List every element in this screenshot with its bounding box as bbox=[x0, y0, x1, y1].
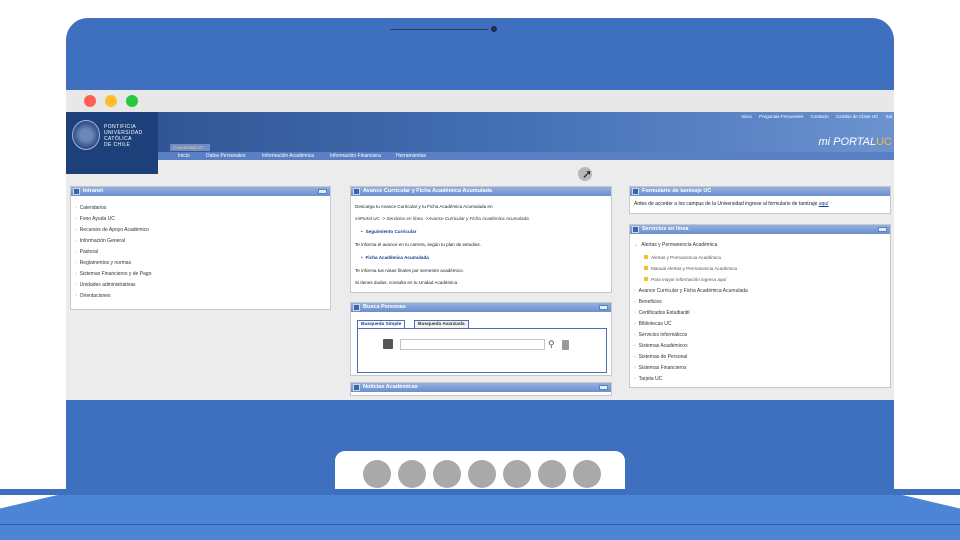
nav-datos-personales[interactable]: Datos Personales bbox=[206, 152, 245, 160]
servicios-item[interactable]: › Certificados Estudiantil bbox=[634, 310, 690, 316]
panel-icon bbox=[353, 384, 360, 391]
dock-item[interactable] bbox=[398, 460, 426, 488]
dock-item[interactable] bbox=[363, 460, 391, 488]
panel-icon bbox=[353, 304, 360, 311]
dock-item[interactable] bbox=[503, 460, 531, 488]
tab-comunidad-uc[interactable]: Comunidad UC bbox=[170, 144, 210, 151]
servicios-item-expanded[interactable]: ⌄ Alertas y Permanencia Académica bbox=[634, 242, 717, 248]
dock-item[interactable] bbox=[433, 460, 461, 488]
nav-herramientas[interactable]: Herramientas bbox=[396, 152, 426, 160]
panel-title: Busca Personas bbox=[363, 304, 406, 310]
nav-informacion-academica[interactable]: Información Académica bbox=[262, 152, 314, 160]
dock bbox=[335, 451, 625, 493]
tab-busqueda-simple[interactable]: Busqueda Simple bbox=[357, 320, 406, 328]
dock-item[interactable] bbox=[573, 460, 601, 488]
panel-title: Intranet bbox=[83, 188, 104, 194]
panel-title: Servicios en línea bbox=[642, 226, 689, 232]
contact-link[interactable]: Contacto bbox=[811, 114, 829, 119]
tamizaje-link[interactable]: aquí bbox=[819, 201, 829, 207]
busca-personas-panel: Busca Personas Busqueda Simple Busqueda … bbox=[350, 302, 612, 376]
intranet-item[interactable]: › Orientaciones bbox=[75, 293, 111, 299]
sub-manual-link[interactable]: Manual Alertas y Permanencia Académica bbox=[644, 266, 737, 271]
miportal-brand: mi PORTALUC bbox=[818, 136, 892, 148]
laptop-base bbox=[0, 495, 960, 540]
browser-titlebar bbox=[66, 90, 894, 112]
panel-title: Formulario de tamizaje UC bbox=[642, 188, 712, 194]
panel-icon bbox=[353, 188, 360, 195]
nav-informacion-financiera[interactable]: Información Financiera bbox=[330, 152, 381, 160]
nav-inicio[interactable]: Inicio bbox=[178, 152, 190, 160]
university-seal-icon bbox=[72, 120, 100, 150]
servicios-item[interactable]: › Tarjeta UC bbox=[634, 376, 662, 382]
noticias-panel: Noticias Académicas bbox=[350, 382, 612, 396]
site-header: Inicio Preguntas Frecuentes Contacto Cam… bbox=[66, 112, 894, 160]
change-password-link[interactable]: Cambio de Clave UC bbox=[836, 114, 878, 119]
person-card-icon bbox=[383, 339, 393, 349]
home-link[interactable]: Inicio bbox=[741, 114, 752, 119]
speaker-slot bbox=[390, 29, 488, 30]
search-icon[interactable]: ⚲ bbox=[548, 339, 555, 349]
panel-icon bbox=[632, 188, 639, 195]
top-links: Inicio Preguntas Frecuentes Contacto Cam… bbox=[735, 114, 892, 119]
laptop-base-edge bbox=[0, 524, 960, 525]
avance-curricular-panel: Avance Curricular y Ficha Académica Acum… bbox=[350, 186, 612, 293]
tamizaje-panel: Formulario de tamizaje UC Antes de acced… bbox=[629, 186, 891, 214]
sub-alertas-link[interactable]: Alertas y Permanencia Académica bbox=[644, 255, 721, 260]
panel-toggle-button[interactable] bbox=[318, 189, 327, 194]
intranet-item[interactable]: › Unidades administrativas bbox=[75, 282, 136, 288]
dock-item[interactable] bbox=[538, 460, 566, 488]
intranet-item[interactable]: › Información General bbox=[75, 238, 125, 244]
servicios-item[interactable]: › Beneficios bbox=[634, 299, 662, 305]
seguimiento-curricular-link[interactable]: • Seguimiento Curricular bbox=[361, 229, 416, 234]
panel-icon bbox=[73, 188, 80, 195]
servicios-item[interactable]: › Sistemas Financieros bbox=[634, 365, 686, 371]
intranet-item[interactable]: › Calendarios bbox=[75, 205, 106, 211]
panel-title: Avance Curricular y Ficha Académica Acum… bbox=[363, 188, 492, 194]
clear-icon[interactable] bbox=[562, 340, 569, 350]
intranet-panel: Intranet › Calendarios › Fono Ayuda UC › Re… bbox=[70, 186, 331, 310]
search-input[interactable] bbox=[400, 339, 545, 350]
intranet-item[interactable]: › Reglamentos y normas bbox=[75, 260, 131, 266]
servicios-item[interactable]: › Servicios informáticos bbox=[634, 332, 687, 338]
servicios-item[interactable]: › Bibliotecas UC bbox=[634, 321, 671, 327]
tab-busqueda-avanzada[interactable]: Busqueda Avanzada bbox=[414, 320, 469, 328]
intranet-item[interactable]: › Pastoral bbox=[75, 249, 98, 255]
close-window-button[interactable] bbox=[84, 95, 96, 107]
mouse-pointer-icon: ➚ bbox=[582, 167, 593, 181]
dock-item[interactable] bbox=[468, 460, 496, 488]
panel-title: Noticias Académicas bbox=[363, 384, 418, 390]
panel-toggle-button[interactable] bbox=[878, 227, 887, 232]
intranet-item[interactable]: › Sistemas Financieros y de Pago bbox=[75, 271, 151, 277]
webcam bbox=[491, 26, 497, 32]
maximize-window-button[interactable] bbox=[126, 95, 138, 107]
browser-window: Inicio Preguntas Frecuentes Contacto Cam… bbox=[66, 90, 894, 400]
servicios-item[interactable]: › Sistemas de Personal bbox=[634, 354, 687, 360]
main-nav: Inicio Datos Personales Información Acad… bbox=[158, 152, 894, 160]
servicios-item[interactable]: › Sistemas Académicos bbox=[634, 343, 688, 349]
university-logo[interactable]: PONTIFICIA UNIVERSIDAD CATÓLICA DE CHILE bbox=[66, 112, 158, 174]
laptop-hinge bbox=[0, 489, 960, 495]
intranet-item[interactable]: › Recursos de Apoyo Académico bbox=[75, 227, 149, 233]
panel-icon bbox=[632, 226, 639, 233]
panel-toggle-button[interactable] bbox=[599, 385, 608, 390]
search-area: ⚲ bbox=[357, 329, 607, 373]
logout-link[interactable]: Sal bbox=[885, 114, 892, 119]
panel-toggle-button[interactable] bbox=[599, 305, 608, 310]
laptop-mockup: Inicio Preguntas Frecuentes Contacto Cam… bbox=[0, 0, 960, 540]
sub-mas-info-link[interactable]: Para mayor información ingresa aquí bbox=[644, 277, 726, 282]
minimize-window-button[interactable] bbox=[105, 95, 117, 107]
ficha-academica-link[interactable]: • Ficha Académica Acumulada bbox=[361, 255, 429, 260]
intranet-item[interactable]: › Fono Ayuda UC bbox=[75, 216, 115, 222]
servicios-item[interactable]: › Avance Curricular y Ficha Académica Acu… bbox=[634, 288, 748, 294]
faq-link[interactable]: Preguntas Frecuentes bbox=[759, 114, 803, 119]
servicios-en-linea-panel: Servicios en línea ⌄ Alertas y Permanenci… bbox=[629, 224, 891, 388]
